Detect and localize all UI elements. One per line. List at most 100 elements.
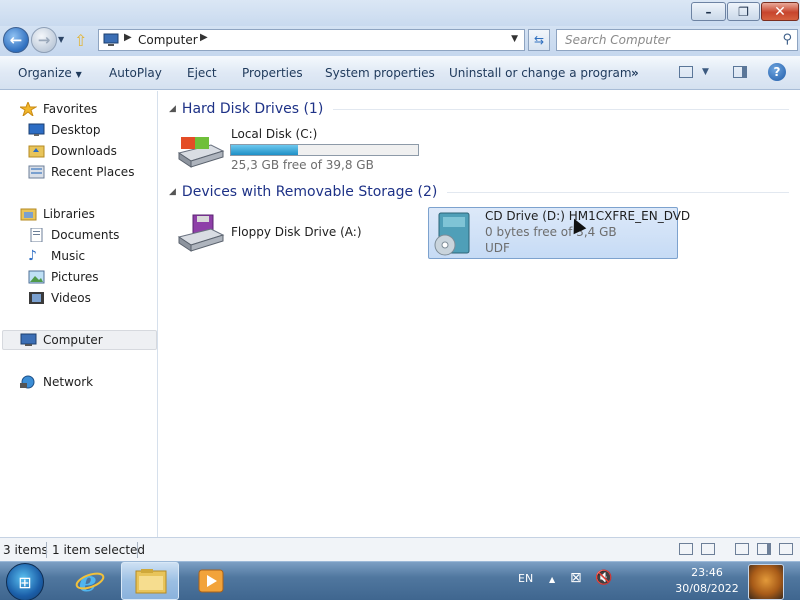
clock-date: 30/08/2022 bbox=[675, 582, 739, 595]
organize-button[interactable]: Organize ▼ bbox=[18, 66, 82, 80]
restore-icon: ❐ bbox=[738, 4, 749, 19]
minimize-icon: – bbox=[705, 4, 712, 19]
more-commands-button[interactable]: » bbox=[631, 66, 639, 80]
desktop-icon bbox=[28, 123, 45, 136]
taskbar-media-player[interactable] bbox=[182, 562, 240, 600]
sidebar-item-downloads[interactable]: Downloads bbox=[28, 141, 117, 161]
sidebar-item-label: Music bbox=[51, 249, 86, 263]
breadcrumb-chevron-icon[interactable]: ▶ bbox=[200, 32, 208, 43]
forward-arrow-icon: → bbox=[37, 31, 51, 49]
autoplay-button[interactable]: AutoPlay bbox=[109, 66, 162, 80]
refresh-button[interactable]: ⇆ bbox=[528, 29, 550, 51]
sidebar-item-favorites[interactable]: Favorites bbox=[20, 99, 97, 119]
sidebar-item-pictures[interactable]: Pictures bbox=[28, 267, 99, 287]
breadcrumb-computer[interactable]: Computer bbox=[138, 33, 198, 47]
cd-drive-icon bbox=[434, 212, 470, 256]
window-titlebar: – ❐ ✕ bbox=[0, 0, 800, 26]
up-folder-icon: ⇧ bbox=[74, 31, 88, 50]
collapse-triangle-icon[interactable]: ◢ bbox=[169, 187, 176, 197]
properties-button[interactable]: Properties bbox=[242, 66, 303, 80]
group-header-removable-storage[interactable]: ◢ Devices with Removable Storage (2) bbox=[169, 182, 789, 202]
sidebar-item-videos[interactable]: Videos bbox=[28, 288, 91, 308]
group-header-label: Devices with Removable Storage (2) bbox=[181, 184, 438, 200]
navigation-bar: ← → ▼ ⇧ ▶ Computer ▶ ▼ ⇆ ⚲ bbox=[0, 26, 800, 56]
search-box[interactable]: ⚲ bbox=[556, 29, 798, 51]
preview-view-icon[interactable] bbox=[757, 543, 771, 555]
floppy-drive-icon bbox=[177, 214, 225, 252]
address-bar[interactable]: ▶ Computer ▶ ▼ bbox=[98, 29, 525, 51]
address-dropdown-icon[interactable]: ▼ bbox=[511, 34, 518, 44]
taskbar-internet-explorer[interactable]: e bbox=[62, 562, 120, 600]
eject-button[interactable]: Eject bbox=[187, 66, 217, 80]
sidebar-item-libraries[interactable]: Libraries bbox=[20, 204, 95, 224]
folder-download-icon bbox=[28, 145, 45, 158]
close-button[interactable]: ✕ bbox=[761, 2, 799, 21]
collapse-triangle-icon[interactable]: ◢ bbox=[169, 104, 176, 114]
sidebar-item-label: Videos bbox=[51, 291, 91, 305]
network-status-icon[interactable]: ⊠ bbox=[570, 570, 582, 586]
pictures-icon bbox=[28, 270, 45, 284]
sidebar-item-recent-places[interactable]: Recent Places bbox=[28, 162, 134, 182]
svg-text:e: e bbox=[79, 567, 97, 595]
group-header-label: Hard Disk Drives (1) bbox=[181, 101, 324, 117]
organize-label: Organize bbox=[18, 66, 72, 80]
sidebar-item-label: Recent Places bbox=[51, 165, 135, 179]
volume-muted-icon[interactable]: 🔇 bbox=[595, 570, 612, 586]
drive-name: CD Drive (D:) HM1CXFRE_EN_DVD bbox=[485, 209, 691, 223]
chevron-down-icon: ▼ bbox=[75, 70, 82, 79]
sidebar-item-label: Network bbox=[43, 375, 94, 389]
item-count: 3 items bbox=[3, 543, 48, 557]
status-divider bbox=[137, 542, 138, 558]
selection-count: 1 item selected bbox=[52, 543, 146, 557]
search-input[interactable] bbox=[565, 31, 775, 49]
navigation-pane: Favorites Desktop Downloads Recent Place… bbox=[0, 91, 158, 537]
group-divider bbox=[447, 191, 789, 193]
drive-name: Local Disk (C:) bbox=[231, 127, 318, 141]
sidebar-item-label: Pictures bbox=[51, 270, 99, 284]
language-indicator[interactable]: EN bbox=[518, 572, 533, 585]
show-hidden-icons-button[interactable]: ▲ bbox=[549, 575, 555, 584]
sidebar-item-label: Libraries bbox=[43, 207, 95, 221]
taskbar-windows-explorer[interactable] bbox=[121, 562, 179, 600]
drive-floppy-a[interactable]: Floppy Disk Drive (A:) bbox=[177, 209, 417, 257]
media-player-icon bbox=[198, 569, 224, 593]
sidebar-item-desktop[interactable]: Desktop bbox=[28, 120, 101, 140]
sidebar-item-computer[interactable]: Computer bbox=[2, 330, 157, 350]
clock-time: 23:46 bbox=[691, 566, 723, 579]
back-button[interactable]: ← bbox=[3, 27, 29, 53]
sidebar-item-label: Desktop bbox=[51, 123, 101, 137]
sidebar-item-music[interactable]: ♪ Music bbox=[28, 246, 85, 266]
forward-button[interactable]: → bbox=[31, 27, 57, 53]
help-button[interactable]: ? bbox=[768, 63, 786, 81]
drive-local-disk-c[interactable]: Local Disk (C:) 25,3 GB free of 39,8 GB bbox=[177, 125, 427, 173]
sidebar-item-label: Computer bbox=[43, 333, 103, 347]
drive-cd-d[interactable]: CD Drive (D:) HM1CXFRE_EN_DVD 0 bytes fr… bbox=[428, 207, 690, 259]
group-header-hard-disk-drives[interactable]: ◢ Hard Disk Drives (1) bbox=[169, 99, 789, 119]
sidebar-item-label: Favorites bbox=[43, 102, 98, 116]
layout-view-icon[interactable] bbox=[735, 543, 749, 555]
computer-icon bbox=[103, 33, 119, 46]
uninstall-program-button[interactable]: Uninstall or change a program bbox=[449, 66, 632, 80]
user-avatar[interactable] bbox=[748, 564, 784, 600]
breadcrumb-root-chevron-icon[interactable]: ▶ bbox=[124, 32, 132, 43]
documents-icon bbox=[30, 228, 43, 242]
minimize-button[interactable]: – bbox=[691, 2, 726, 21]
details-pane-icon[interactable] bbox=[779, 543, 793, 555]
start-button[interactable]: ⊞ bbox=[6, 563, 44, 600]
star-icon bbox=[20, 102, 37, 116]
recent-pages-dropdown-icon[interactable]: ▼ bbox=[58, 35, 64, 44]
thumbnail-view-icon[interactable] bbox=[701, 543, 715, 555]
system-clock[interactable]: 23:46 30/08/2022 bbox=[673, 565, 741, 597]
status-bar: 3 items 1 item selected bbox=[0, 537, 800, 561]
libraries-icon bbox=[20, 208, 37, 221]
change-view-icon[interactable] bbox=[679, 66, 693, 78]
up-folder-button[interactable]: ⇧ bbox=[74, 31, 94, 51]
search-icon[interactable]: ⚲ bbox=[782, 32, 792, 47]
preview-pane-icon[interactable] bbox=[733, 66, 747, 78]
restore-button[interactable]: ❐ bbox=[727, 2, 760, 21]
sidebar-item-network[interactable]: Network bbox=[20, 372, 93, 392]
system-properties-button[interactable]: System properties bbox=[325, 66, 435, 80]
sidebar-item-documents[interactable]: Documents bbox=[28, 225, 119, 245]
details-view-icon[interactable] bbox=[679, 543, 693, 555]
view-options-dropdown-icon[interactable]: ▼ bbox=[702, 67, 709, 77]
